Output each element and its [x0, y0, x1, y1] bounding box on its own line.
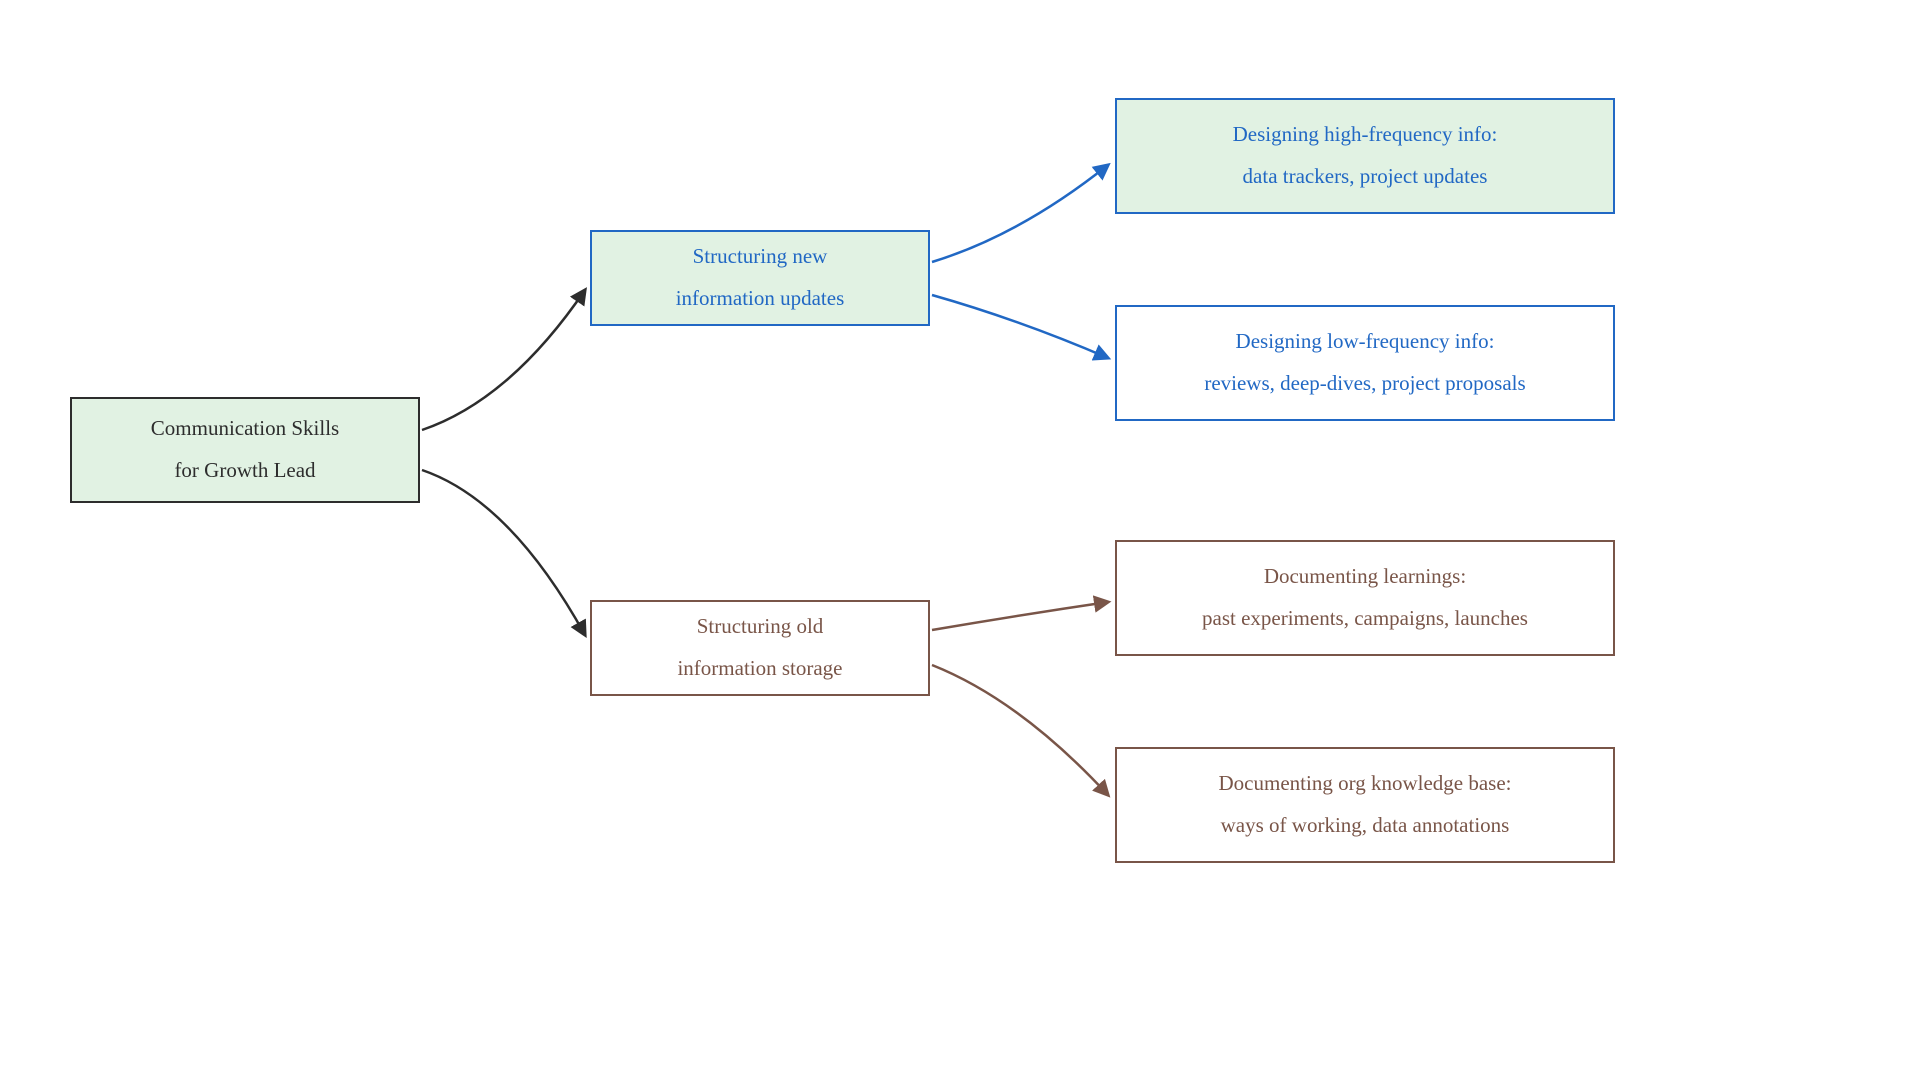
node-branch2-line1: Structuring old — [697, 610, 824, 644]
node-root-line1: Communication Skills — [151, 412, 339, 446]
node-branch1-line1: Structuring new — [693, 240, 828, 274]
node-leaf1-line2: data trackers, project updates — [1243, 160, 1488, 194]
arrow-branch1-to-leaf1 — [932, 165, 1108, 262]
arrow-branch2-to-leaf4 — [932, 665, 1108, 795]
arrow-root-to-branch1 — [422, 290, 585, 430]
arrow-branch1-to-leaf2 — [932, 295, 1108, 358]
node-leaf4-line2: ways of working, data annotations — [1221, 809, 1510, 843]
node-root-line2: for Growth Lead — [174, 454, 315, 488]
node-leaf-knowledge-base: Documenting org knowledge base: ways of … — [1115, 747, 1615, 863]
node-branch-old-info: Structuring old information storage — [590, 600, 930, 696]
node-leaf2-line2: reviews, deep-dives, project proposals — [1204, 367, 1525, 401]
node-leaf-high-frequency: Designing high-frequency info: data trac… — [1115, 98, 1615, 214]
node-leaf3-line1: Documenting learnings: — [1264, 560, 1466, 594]
arrow-branch2-to-leaf3 — [932, 602, 1108, 630]
node-leaf2-line1: Designing low-frequency info: — [1236, 325, 1495, 359]
node-root: Communication Skills for Growth Lead — [70, 397, 420, 503]
connector-arrows — [0, 0, 1920, 1080]
node-leaf3-line2: past experiments, campaigns, launches — [1202, 602, 1528, 636]
node-branch-new-info: Structuring new information updates — [590, 230, 930, 326]
arrow-root-to-branch2 — [422, 470, 585, 635]
node-leaf4-line1: Documenting org knowledge base: — [1219, 767, 1512, 801]
diagram-container: Communication Skills for Growth Lead Str… — [0, 0, 1920, 1080]
node-leaf-learnings: Documenting learnings: past experiments,… — [1115, 540, 1615, 656]
node-branch1-line2: information updates — [676, 282, 845, 316]
node-leaf-low-frequency: Designing low-frequency info: reviews, d… — [1115, 305, 1615, 421]
node-leaf1-line1: Designing high-frequency info: — [1233, 118, 1498, 152]
node-branch2-line2: information storage — [677, 652, 842, 686]
